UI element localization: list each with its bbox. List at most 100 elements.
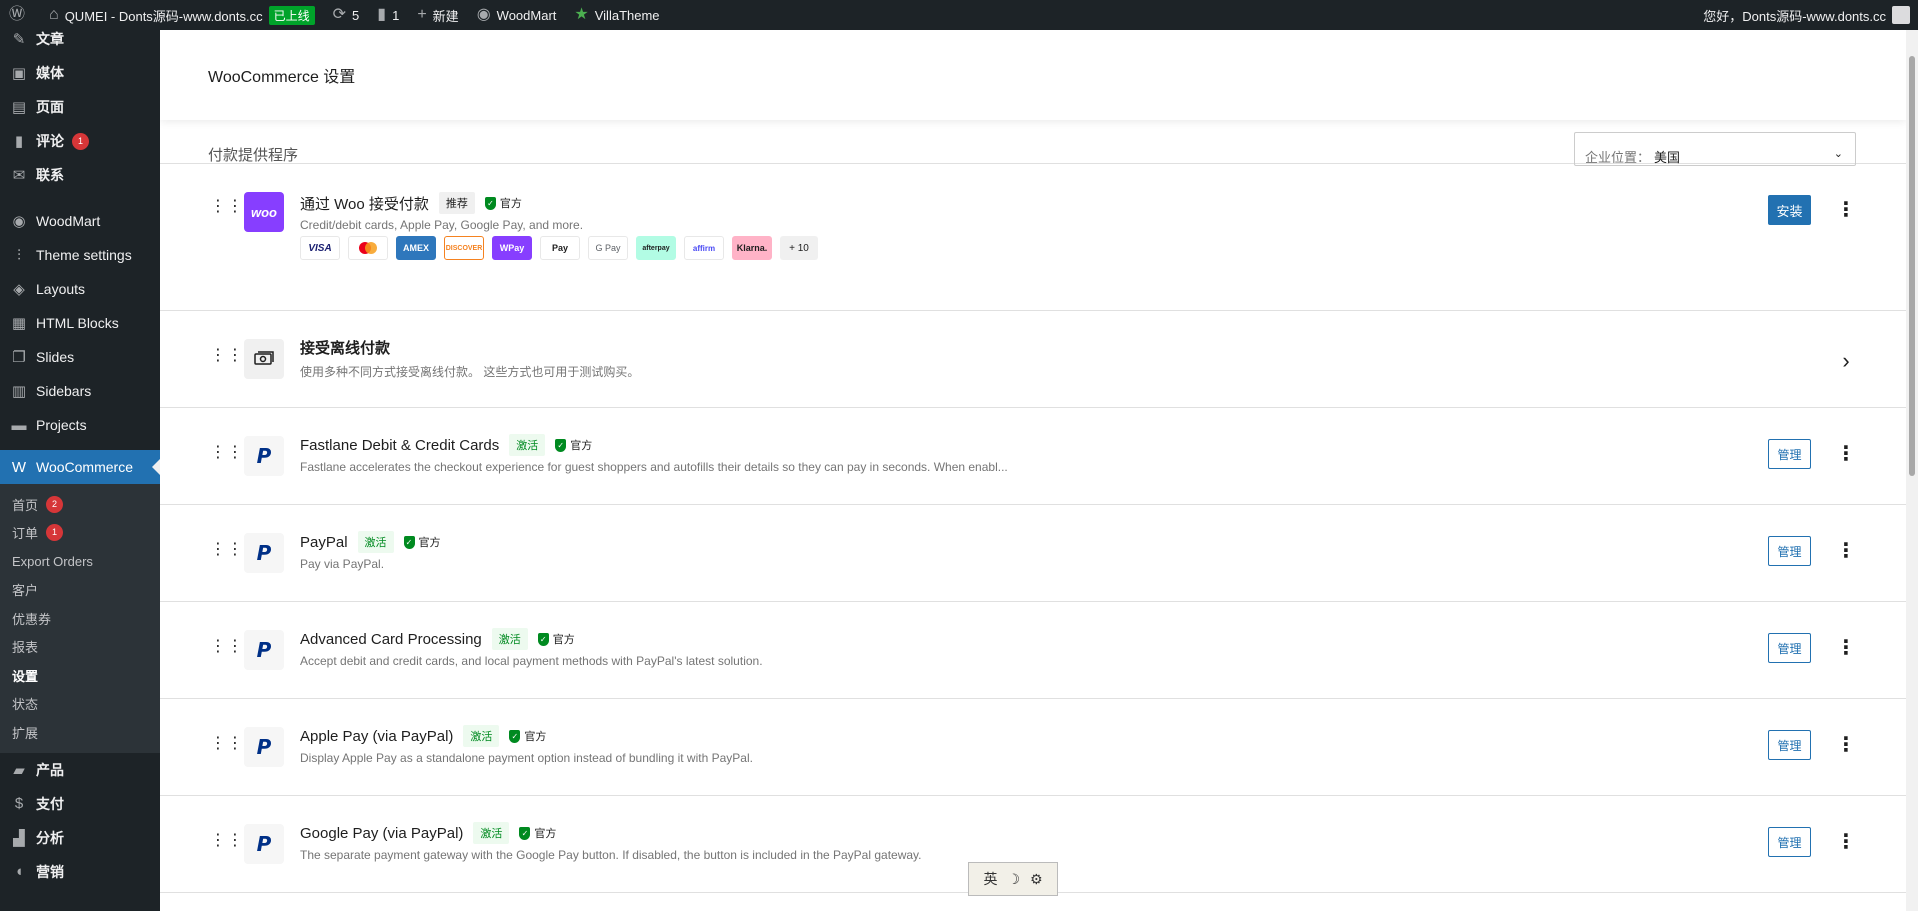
sidebar-item-analytics[interactable]: ▟ 分析 (0, 821, 160, 855)
offline-payments-row[interactable]: ⋮⋮ 接受离线付款 使用多种不同方式接受离线付款。 这些方式也可用于测试购买。 … (160, 311, 1906, 408)
sidebar-item-pages[interactable]: ▤ 页面 (0, 90, 160, 124)
sidebar-item-payments[interactable]: $ 支付 (0, 787, 160, 821)
drag-handle-icon[interactable]: ⋮⋮ (210, 736, 243, 752)
villatheme-label: VillaTheme (594, 7, 660, 23)
submenu-status[interactable]: 状态 (0, 690, 160, 719)
submenu-orders[interactable]: 订单 1 (0, 519, 160, 548)
site-name-link[interactable]: ⌂ QUMEI - Donts源码-www.donts.cc 已上线 (40, 0, 324, 30)
gateway-row-apple-pay: ⋮⋮ P Apple Pay (via PayPal) 激活 ✓ 官方 Displ… (160, 699, 1906, 796)
villatheme-link[interactable]: ★ VillaTheme (565, 0, 668, 30)
official-badge: ✓ 官方 (555, 437, 592, 453)
sidebar-item-html-blocks[interactable]: ▦ HTML Blocks (0, 306, 160, 340)
live-status-badge: 已上线 (268, 5, 315, 25)
sidebar-item-media[interactable]: ▣ 媒体 (0, 56, 160, 90)
submenu-home[interactable]: 首页 2 (0, 490, 160, 519)
briefcase-icon: ▬ (11, 416, 27, 434)
sidebar-item-posts[interactable]: ✎ 文章 (0, 30, 160, 56)
official-badge: ✓ 官方 (509, 728, 546, 744)
manage-button[interactable]: 管理 (1768, 633, 1811, 663)
sidebar-item-theme-settings[interactable]: ⫶ Theme settings (0, 238, 160, 272)
paypal-logo-icon: P (244, 727, 284, 767)
sidebar-item-products[interactable]: ▰ 产品 (0, 753, 160, 787)
sidebar-item-woocommerce[interactable]: W WooCommerce (0, 450, 160, 484)
woodmart-link[interactable]: ◉ WoodMart (468, 0, 566, 30)
vertical-scrollbar[interactable] (1906, 30, 1918, 911)
gateway-title-row: Apple Pay (via PayPal) 激活 ✓ 官方 (300, 725, 546, 747)
gateway-description: Accept debit and credit cards, and local… (300, 654, 763, 668)
avatar (1892, 6, 1910, 24)
chevron-right-icon[interactable]: › (1836, 348, 1856, 373)
official-badge: ✓ 官方 (519, 825, 556, 841)
woopay-icon: WPay (492, 236, 532, 260)
drag-handle-icon[interactable]: ⋮⋮ (210, 639, 243, 655)
ime-toolbar[interactable]: 英 ☽ ⚙ (968, 862, 1058, 896)
more-options-icon[interactable]: ⋮ (1836, 442, 1856, 466)
sidebar-item-sidebars[interactable]: ▥ Sidebars (0, 374, 160, 408)
refresh-icon: ⟳ (332, 6, 347, 23)
gateway-title: PayPal (300, 533, 348, 551)
drag-handle-icon[interactable]: ⋮⋮ (210, 833, 243, 849)
more-options-icon[interactable]: ⋮ (1836, 636, 1856, 660)
dollar-icon: $ (14, 795, 24, 812)
scrollbar-thumb[interactable] (1909, 56, 1915, 476)
home-count-badge: 2 (46, 495, 64, 513)
megaphone-icon: ◖ (14, 863, 24, 880)
page-title: WooCommerce 设置 (208, 69, 356, 86)
gateway-description: Pay via PayPal. (300, 557, 385, 571)
manage-button[interactable]: 管理 (1768, 730, 1811, 760)
location-label: 企业位置： (1585, 150, 1651, 165)
afterpay-icon: afterpay (636, 236, 676, 260)
woo-payments-title: 通过 Woo 接受付款 (300, 195, 429, 213)
install-button[interactable]: 安装 (1768, 195, 1811, 225)
drag-handle-icon[interactable]: ⋮⋮ (210, 542, 243, 558)
ime-language: 英 (983, 871, 998, 887)
submenu-coupons[interactable]: 优惠券 (0, 604, 160, 633)
updates-link[interactable]: ⟳ 5 (324, 0, 369, 30)
submenu-customers[interactable]: 客户 (0, 576, 160, 605)
sidebar-item-slides[interactable]: ❐ Slides (0, 340, 160, 374)
submenu-extensions[interactable]: 扩展 (0, 718, 160, 747)
manage-button[interactable]: 管理 (1768, 536, 1811, 566)
sidebar-item-comments[interactable]: ▮ 评论 1 (0, 124, 160, 158)
shield-check-icon: ✓ (537, 632, 549, 646)
submenu-reports[interactable]: 报表 (0, 633, 160, 662)
star-icon: ★ (574, 6, 589, 23)
woodmart-label: WoodMart (496, 7, 557, 23)
payment-method-icons: VISA AMEX DISCOVER WPay Pay G Pay afterp… (300, 236, 818, 260)
slides-icon: ❐ (12, 349, 26, 366)
drag-handle-icon[interactable]: ⋮⋮ (210, 348, 243, 364)
submenu-settings[interactable]: 设置 (0, 661, 160, 690)
mastercard-icon (348, 236, 388, 260)
shield-check-icon: ✓ (403, 535, 415, 549)
drag-handle-icon[interactable]: ⋮⋮ (210, 199, 243, 215)
submenu-export-orders[interactable]: Export Orders (0, 547, 160, 576)
more-options-icon[interactable]: ⋮ (1836, 733, 1856, 757)
manage-button[interactable]: 管理 (1768, 827, 1811, 857)
archive-icon: ▰ (13, 761, 25, 779)
sidebar-item-layouts[interactable]: ◈ Layouts (0, 272, 160, 306)
gateway-row-paypal: ⋮⋮ P PayPal 激活 ✓ 官方 Pay via PayPal. 管理 ⋮ (160, 505, 1906, 602)
active-badge: 激活 (463, 725, 500, 747)
gateway-title: Google Pay (via PayPal) (300, 824, 464, 842)
moon-icon: ☽ (1007, 870, 1020, 887)
comments-link[interactable]: ▮ 1 (368, 0, 408, 30)
drag-handle-icon[interactable]: ⋮⋮ (210, 445, 243, 461)
official-badge: ✓ 官方 (537, 631, 575, 647)
more-options-icon[interactable]: ⋮ (1836, 830, 1856, 854)
new-content-link[interactable]: + 新建 (408, 0, 467, 30)
sidebar-item-contact[interactable]: ✉ 联系 (0, 158, 160, 192)
orders-count-badge: 1 (46, 524, 64, 542)
more-options-icon[interactable]: ⋮ (1836, 198, 1856, 222)
wordpress-logo-button[interactable]: Ⓦ (0, 0, 40, 30)
sidebar-item-woodmart[interactable]: ◉ WoodMart (0, 204, 160, 238)
sidebars-icon: ▥ (11, 383, 27, 400)
sidebar-item-projects[interactable]: ▬ Projects (0, 408, 160, 442)
more-options-icon[interactable]: ⋮ (1836, 539, 1856, 563)
affirm-icon: affirm (684, 236, 724, 260)
my-account[interactable]: 您好，Donts源码-www.donts.cc (1703, 0, 1918, 30)
gateway-row-advanced-card: ⋮⋮ P Advanced Card Processing 激活 ✓ 官方 Acc… (160, 602, 1906, 699)
manage-button[interactable]: 管理 (1768, 439, 1811, 469)
offline-payments-description: 使用多种不同方式接受离线付款。 这些方式也可用于测试购买。 (300, 365, 640, 379)
business-location-select[interactable]: 企业位置： 美国 ⌄ (1574, 132, 1856, 166)
sidebar-item-marketing[interactable]: ◖ 营销 (0, 855, 160, 889)
